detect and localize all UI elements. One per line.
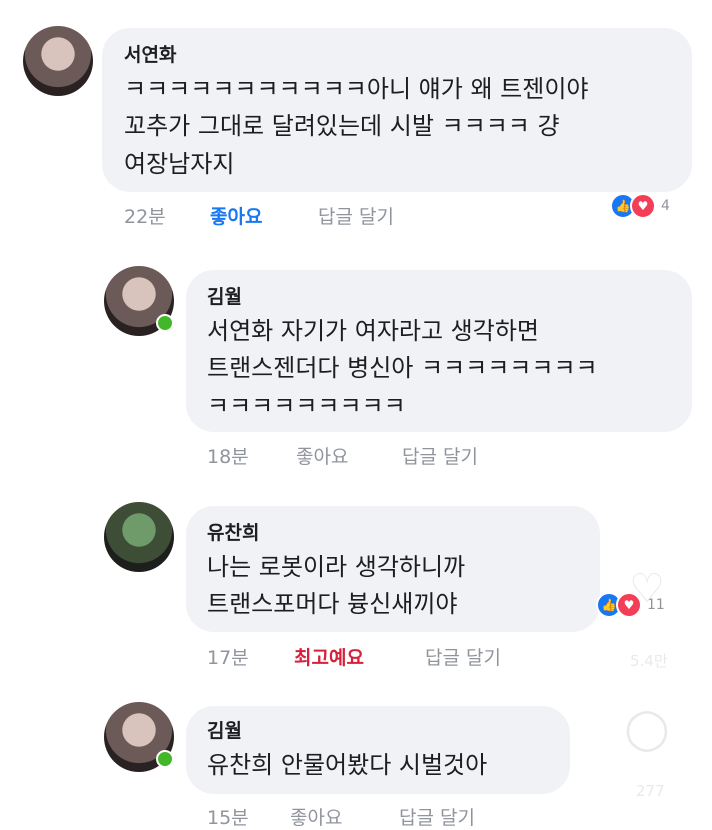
- online-status-indicator: [156, 750, 174, 768]
- comment-time: 15분: [207, 807, 249, 829]
- avatar[interactable]: [23, 26, 93, 96]
- comment-text-line: ㅋㅋㅋㅋㅋㅋㅋㅋㅋㅋㅋ아니 얘가 왜 트젠이야: [124, 75, 589, 103]
- comment-text-line: 유찬희 안물어봤다 시벌것아: [207, 751, 488, 779]
- like-button[interactable]: 좋아요: [290, 803, 342, 830]
- comment-text-line: 트랜스젠더다 병신아 ㅋㅋㅋㅋㅋㅋㅋㅋ: [207, 354, 598, 382]
- comment-text-line: 트랜스포머다 븅신새끼야: [207, 590, 458, 618]
- comment-time: 17분: [207, 647, 249, 669]
- online-status-indicator: [156, 314, 174, 332]
- reply-button[interactable]: 답글 달기: [402, 442, 478, 469]
- commenter-name[interactable]: 서연화: [124, 40, 176, 67]
- commenter-name[interactable]: 김월: [207, 716, 242, 743]
- heart-count: 5.4만: [630, 652, 668, 670]
- love-reaction-icon: ♥: [630, 193, 656, 219]
- comment-text-line: 나는 로봇이라 생각하니까: [207, 553, 466, 581]
- comment-time: 18분: [207, 446, 249, 468]
- like-button[interactable]: 최고예요: [294, 643, 364, 670]
- heart-icon[interactable]: ♡: [622, 566, 672, 612]
- comment-text-line: ㅋㅋㅋㅋㅋㅋㅋㅋㅋ: [207, 392, 406, 420]
- like-button[interactable]: 좋아요: [210, 202, 262, 229]
- avatar[interactable]: [104, 502, 174, 572]
- reaction-count: 4: [661, 198, 670, 214]
- comment-text-line: 여장남자지: [124, 150, 235, 178]
- comment-time: 22분: [124, 206, 166, 228]
- comment-text-line: 꼬추가 그대로 달려있는데 시발 ㅋㅋㅋㅋ 걍: [124, 112, 560, 140]
- reply-button[interactable]: 답글 달기: [318, 202, 394, 229]
- reply-button[interactable]: 답글 달기: [399, 803, 475, 830]
- like-button[interactable]: 좋아요: [296, 442, 348, 469]
- reply-button[interactable]: 답글 달기: [425, 643, 501, 670]
- comment-count: 277: [636, 782, 665, 800]
- commenter-name[interactable]: 김월: [207, 282, 242, 309]
- comment-icon[interactable]: ◯: [622, 706, 672, 752]
- comment-text-line: 서연화 자기가 여자라고 생각하면: [207, 317, 540, 345]
- reaction-summary[interactable]: 👍 ♥ 4: [610, 193, 670, 219]
- commenter-name[interactable]: 유찬희: [207, 518, 259, 545]
